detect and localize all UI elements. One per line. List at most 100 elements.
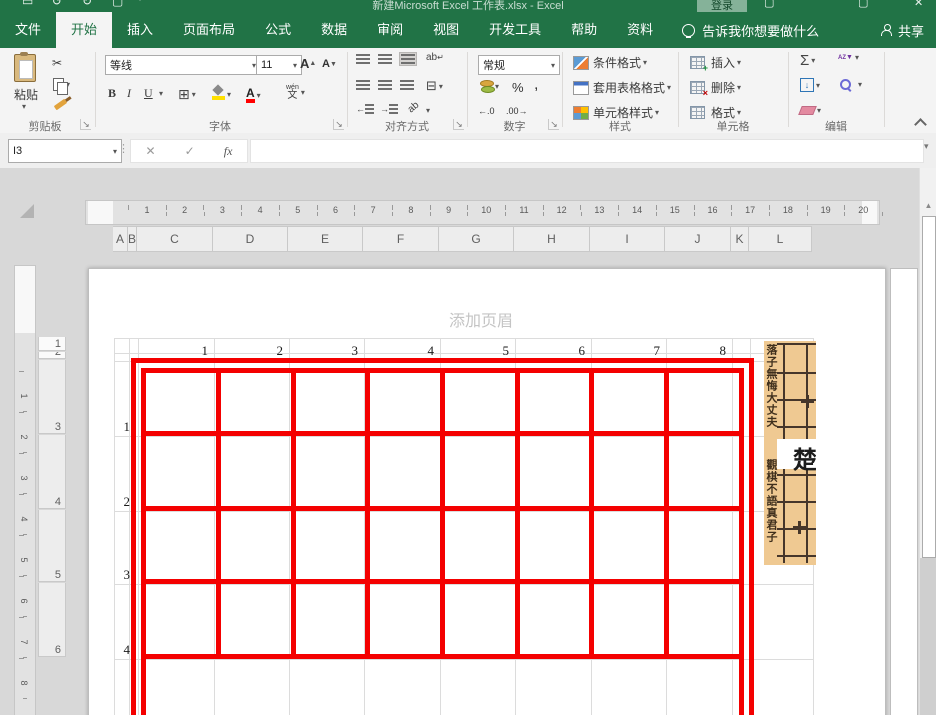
- vertical-scrollbar[interactable]: ▲: [919, 168, 936, 715]
- insert-function-button[interactable]: fx: [224, 144, 233, 159]
- decrease-indent-button[interactable]: ←: [356, 104, 374, 114]
- ribbon-tab-0[interactable]: 文件: [0, 12, 56, 48]
- column-header-D[interactable]: D: [213, 226, 288, 252]
- font-size-select[interactable]: 11▾: [256, 55, 302, 75]
- chess-board-picture[interactable]: 落子無悔大丈夫 觀棋不語真君子 楚: [764, 341, 816, 565]
- comma-button[interactable]: ,: [534, 76, 538, 94]
- align-top-button[interactable]: [356, 54, 370, 64]
- name-box[interactable]: I3 ▾: [8, 139, 122, 163]
- column-header-G[interactable]: G: [439, 226, 514, 252]
- align-left-button[interactable]: [356, 80, 370, 90]
- row-header-3[interactable]: 3: [38, 360, 66, 434]
- column-header-C[interactable]: C: [137, 226, 213, 252]
- paste-button[interactable]: [14, 54, 36, 82]
- share-button[interactable]: 共享: [881, 12, 936, 48]
- shrink-font-button[interactable]: A▼: [322, 58, 337, 70]
- add-header-placeholder[interactable]: 添加页眉: [381, 307, 581, 331]
- paste-label[interactable]: 粘贴: [4, 86, 48, 103]
- column-header-F[interactable]: F: [363, 226, 439, 252]
- decrease-decimal-button[interactable]: .00→: [506, 106, 528, 116]
- ribbon-tab-1[interactable]: 开始: [56, 12, 112, 48]
- formula-input[interactable]: [250, 139, 924, 163]
- orientation-dropdown-icon[interactable]: ▾: [424, 106, 430, 115]
- font-name-select[interactable]: 等线▾: [105, 55, 261, 75]
- copy-button[interactable]: ▾: [53, 78, 70, 91]
- row-header-6[interactable]: 6: [38, 583, 66, 657]
- accounting-format-button[interactable]: ▾: [480, 80, 499, 92]
- merge-center-button[interactable]: ⊟▾: [426, 78, 443, 94]
- worksheet-canvas[interactable]: 1234567891011121314151617181920 12345678…: [0, 168, 936, 715]
- ribbon-tab-5[interactable]: 数据: [306, 12, 362, 48]
- format-as-table-button[interactable]: 套用表格格式▾: [573, 79, 671, 96]
- grow-font-button[interactable]: A▲: [300, 56, 316, 71]
- phonetic-button[interactable]: wén文 ▾: [286, 84, 305, 101]
- row-header-1[interactable]: 1: [38, 337, 66, 351]
- column-header-H[interactable]: H: [514, 226, 590, 252]
- maximize-icon[interactable]: ▢: [858, 0, 868, 9]
- ribbon-tab-9[interactable]: 帮助: [556, 12, 612, 48]
- column-header-J[interactable]: J: [665, 226, 731, 252]
- sort-filter-button[interactable]: AZ▼▾: [838, 53, 859, 62]
- align-right-button[interactable]: [400, 80, 414, 90]
- increase-indent-button[interactable]: →: [380, 104, 398, 114]
- align-center-button[interactable]: [378, 80, 392, 90]
- underline-button[interactable]: U: [144, 86, 153, 101]
- align-middle-button[interactable]: [378, 54, 392, 64]
- column-header-I[interactable]: I: [590, 226, 665, 252]
- bold-button[interactable]: B: [108, 86, 116, 101]
- ribbon-tab-3[interactable]: 页面布局: [168, 12, 250, 48]
- insert-cells-button[interactable]: + 插入▾: [690, 54, 741, 71]
- underline-dropdown-icon[interactable]: ▾: [157, 89, 163, 98]
- alignment-dialog-launcher[interactable]: ↘: [453, 119, 464, 130]
- scrollbar-track[interactable]: [920, 558, 936, 715]
- expand-formula-bar-icon[interactable]: ▾: [924, 141, 929, 152]
- scrollbar-thumb[interactable]: [922, 216, 936, 558]
- ribbon-tab-4[interactable]: 公式: [250, 12, 306, 48]
- number-format-select[interactable]: 常规▾: [478, 55, 560, 75]
- login-button[interactable]: 登录: [697, 0, 747, 12]
- cancel-icon[interactable]: ✕: [146, 144, 156, 158]
- format-painter-button[interactable]: [54, 102, 67, 107]
- conditional-formatting-button[interactable]: 条件格式▾: [573, 54, 647, 71]
- column-header-A[interactable]: A: [113, 226, 128, 252]
- column-header-E[interactable]: E: [288, 226, 363, 252]
- formula-bar-splitter[interactable]: ⋮: [118, 142, 129, 155]
- delete-cells-button[interactable]: × 删除▾: [690, 79, 741, 96]
- row-header-2[interactable]: 2: [38, 352, 66, 359]
- worksheet-page[interactable]: 添加页眉 12345678 1234 落子無悔大丈夫 觀棋不語真君子 楚: [88, 268, 886, 715]
- ribbon-display-options-icon[interactable]: ▢: [764, 0, 774, 9]
- wrap-text-button[interactable]: ab↵: [426, 52, 444, 63]
- increase-decimal-button[interactable]: ←.0: [478, 106, 495, 116]
- cut-button[interactable]: ✂: [52, 56, 62, 70]
- column-header-B[interactable]: B: [128, 226, 137, 252]
- percent-button[interactable]: %: [512, 80, 524, 95]
- clipboard-dialog-launcher[interactable]: ↘: [80, 119, 91, 130]
- italic-button[interactable]: I: [127, 86, 131, 101]
- ribbon-tab-6[interactable]: 审阅: [362, 12, 418, 48]
- close-icon[interactable]: ✕: [914, 0, 923, 9]
- column-header-K[interactable]: K: [731, 226, 749, 252]
- fill-button[interactable]: ↓▾: [800, 78, 820, 92]
- scroll-up-icon[interactable]: ▲: [922, 198, 935, 213]
- orientation-button[interactable]: ab: [406, 100, 422, 116]
- align-bottom-button[interactable]: [400, 53, 416, 65]
- font-dialog-launcher[interactable]: ↘: [333, 119, 344, 130]
- select-all-icon[interactable]: [20, 204, 34, 218]
- ribbon-tab-2[interactable]: 插入: [112, 12, 168, 48]
- paste-dropdown-icon[interactable]: ▾: [22, 102, 26, 111]
- font-color-button[interactable]: A▾: [246, 88, 261, 103]
- ribbon-tab-7[interactable]: 视图: [418, 12, 474, 48]
- autosum-button[interactable]: Σ▾: [800, 52, 815, 69]
- column-header-L[interactable]: L: [749, 226, 812, 252]
- number-dialog-launcher[interactable]: ↘: [548, 119, 559, 130]
- collapse-ribbon-icon[interactable]: [914, 118, 927, 131]
- tell-me-box[interactable]: 告诉我你想要做什么: [682, 12, 819, 48]
- row-header-5[interactable]: 5: [38, 510, 66, 582]
- clear-button[interactable]: ▾: [800, 106, 821, 115]
- ribbon-tab-8[interactable]: 开发工具: [474, 12, 556, 48]
- ribbon-tab-10[interactable]: 资料: [612, 12, 668, 48]
- fill-color-button[interactable]: ▾: [212, 88, 231, 100]
- borders-button[interactable]: ⊞▾: [178, 86, 196, 103]
- find-select-button[interactable]: ▾: [840, 79, 862, 90]
- enter-icon[interactable]: ✓: [185, 144, 195, 158]
